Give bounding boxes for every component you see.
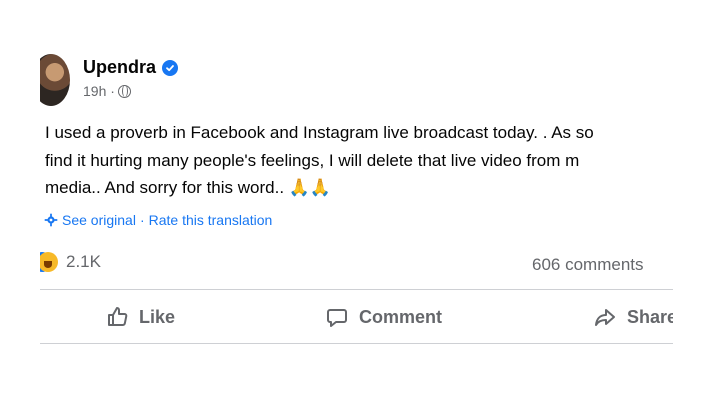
share-label: Share	[627, 306, 673, 327]
post-crop: Upendra 19h · I used a proverb in Facebo…	[40, 40, 673, 360]
wow-reaction-icon	[40, 252, 58, 272]
author-name-text[interactable]: Upendra	[83, 57, 156, 78]
post-text-line: find it hurting many people's feelings, …	[45, 150, 580, 170]
verified-badge-icon	[162, 59, 179, 76]
like-button[interactable]: Like	[105, 292, 175, 342]
share-button[interactable]: Share	[593, 292, 673, 342]
post-time[interactable]: 19h ·	[83, 83, 115, 99]
post-text: I used a proverb in Facebook and Instagr…	[45, 119, 673, 202]
thumbs-up-icon	[108, 307, 128, 326]
see-original-link[interactable]: See original	[62, 212, 136, 228]
author-avatar[interactable]	[40, 54, 70, 106]
post-meta: 19h ·	[83, 83, 131, 99]
post-text-line: media.. And sorry for this word.. 🙏🙏	[45, 178, 332, 197]
translation-links: See original · Rate this translation	[44, 212, 272, 228]
gear-icon	[44, 213, 58, 227]
comments-count[interactable]: 606 comments	[532, 255, 644, 275]
globe-icon[interactable]	[117, 84, 131, 98]
comment-button[interactable]: Comment	[325, 292, 442, 342]
share-icon	[595, 309, 615, 326]
post-text-line: I used a proverb in Facebook and Instagr…	[45, 123, 594, 142]
reaction-count[interactable]: 2.1K	[66, 252, 101, 272]
post-actions: Like Comment Share	[40, 292, 673, 342]
check-icon	[166, 64, 174, 71]
translation-separator: ·	[139, 212, 145, 228]
author-name[interactable]: Upendra	[83, 57, 179, 78]
action-divider-bottom	[40, 343, 673, 344]
comment-icon	[327, 309, 347, 327]
rate-translation-link[interactable]: Rate this translation	[149, 212, 273, 228]
action-divider-top	[40, 289, 673, 290]
facebook-post: Upendra 19h · I used a proverb in Facebo…	[0, 0, 715, 402]
comment-label: Comment	[359, 306, 443, 327]
reactions-summary[interactable]: 2.1K	[40, 252, 101, 272]
like-label: Like	[139, 306, 176, 327]
